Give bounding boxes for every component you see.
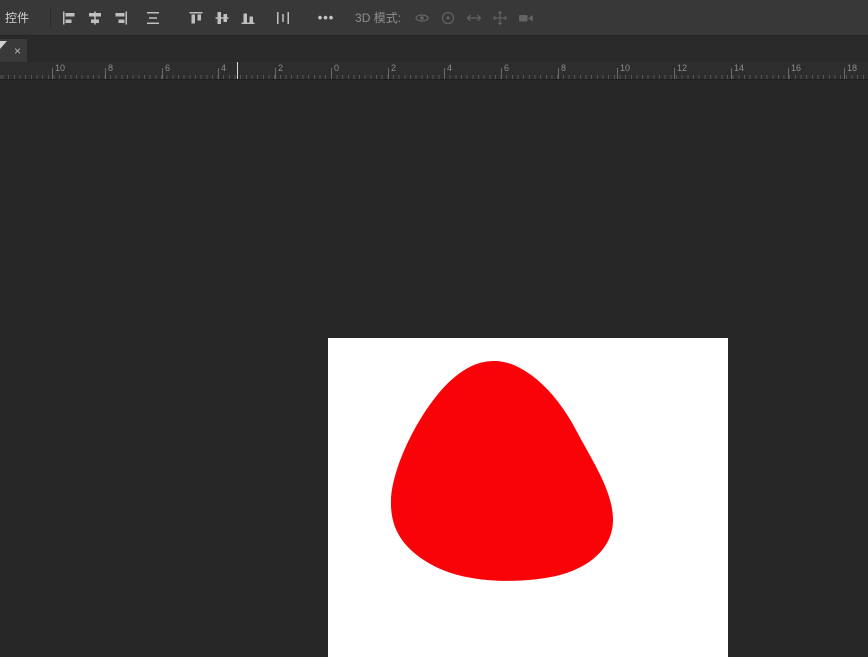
horizontal-ruler[interactable]: 10 8 6 4 2 0 2 4 6 8 10 12 14 16 18 [0, 62, 868, 80]
align-bottom-icon [240, 10, 256, 26]
align-top-icon [188, 10, 204, 26]
more-options-button[interactable]: ••• [313, 5, 339, 31]
3d-camera-button[interactable] [513, 5, 539, 31]
3d-rotate-button[interactable] [409, 5, 435, 31]
3d-mode-label: 3D 模式: [355, 9, 401, 26]
tab-indicator-icon [0, 41, 7, 49]
ruler-major-tick: 2 [275, 68, 276, 79]
ruler-major-tick: 10 [52, 68, 53, 79]
3d-roll-button[interactable] [435, 5, 461, 31]
ruler-tick-label: 10 [620, 63, 630, 73]
distribute-vertical-centers-icon [145, 10, 161, 26]
ruler-tick-label: 2 [391, 63, 396, 73]
distribute-vertical-centers-button[interactable] [140, 5, 166, 31]
document-canvas[interactable] [328, 338, 728, 657]
ruler-major-tick: 2 [388, 68, 389, 79]
ruler-minor-ticks [0, 75, 868, 79]
ruler-tick-label: 6 [504, 63, 509, 73]
3d-roll-icon [440, 10, 456, 26]
ruler-tick-label: 0 [334, 63, 339, 73]
ruler-major-tick: 4 [218, 68, 219, 79]
ruler-major-tick: 4 [444, 68, 445, 79]
align-horizontal-center-button[interactable] [82, 5, 108, 31]
panel-label: 控件 [5, 9, 29, 26]
ruler-major-tick: 6 [501, 68, 502, 79]
ruler-major-tick: 18 [844, 68, 845, 79]
ruler-tick-label: 12 [677, 63, 687, 73]
distribute-horizontal-centers-button[interactable] [270, 5, 296, 31]
ruler-tick-label: 14 [734, 63, 744, 73]
align-right-button[interactable] [108, 5, 134, 31]
align-left-icon [61, 10, 77, 26]
align-vertical-center-icon [214, 10, 230, 26]
align-right-icon [113, 10, 129, 26]
red-blob-shape[interactable] [391, 361, 613, 581]
3d-slide-button[interactable] [487, 5, 513, 31]
ruler-tick-label: 8 [561, 63, 566, 73]
ruler-tick-label: 4 [447, 63, 452, 73]
ruler-major-tick: 14 [731, 68, 732, 79]
3d-drag-icon [466, 10, 482, 26]
ruler-major-tick: 8 [105, 68, 106, 79]
align-top-button[interactable] [183, 5, 209, 31]
distribute-horizontal-centers-icon [275, 10, 291, 26]
ruler-major-tick: 0 [331, 68, 332, 79]
ruler-tick-label: 10 [55, 63, 65, 73]
document-artwork [328, 338, 728, 657]
ruler-major-tick: 12 [674, 68, 675, 79]
ruler-tick-label: 6 [165, 63, 170, 73]
ruler-tick-label: 4 [221, 63, 226, 73]
3d-camera-icon [518, 10, 534, 26]
toolbar-separator [50, 8, 51, 28]
align-vertical-center-button[interactable] [209, 5, 235, 31]
ruler-major-tick: 6 [162, 68, 163, 79]
align-left-button[interactable] [56, 5, 82, 31]
ruler-major-tick: 10 [617, 68, 618, 79]
3d-slide-icon [492, 10, 508, 26]
tab-bar: × [0, 36, 868, 62]
canvas-area[interactable] [0, 80, 868, 657]
3d-rotate-icon [414, 10, 430, 26]
ruler-tick-label: 8 [108, 63, 113, 73]
ruler-cursor-marker [237, 62, 238, 79]
ruler-tick-label: 2 [278, 63, 283, 73]
ruler-major-tick: 16 [788, 68, 789, 79]
options-bar: 控件 [0, 0, 868, 36]
align-bottom-button[interactable] [235, 5, 261, 31]
align-horizontal-center-icon [87, 10, 103, 26]
tab-close-icon[interactable]: × [14, 45, 21, 57]
ruler-major-tick: 8 [558, 68, 559, 79]
ruler-tick-label: 16 [791, 63, 801, 73]
ruler-tick-label: 18 [847, 63, 857, 73]
3d-drag-button[interactable] [461, 5, 487, 31]
document-tab[interactable]: × [0, 39, 27, 62]
